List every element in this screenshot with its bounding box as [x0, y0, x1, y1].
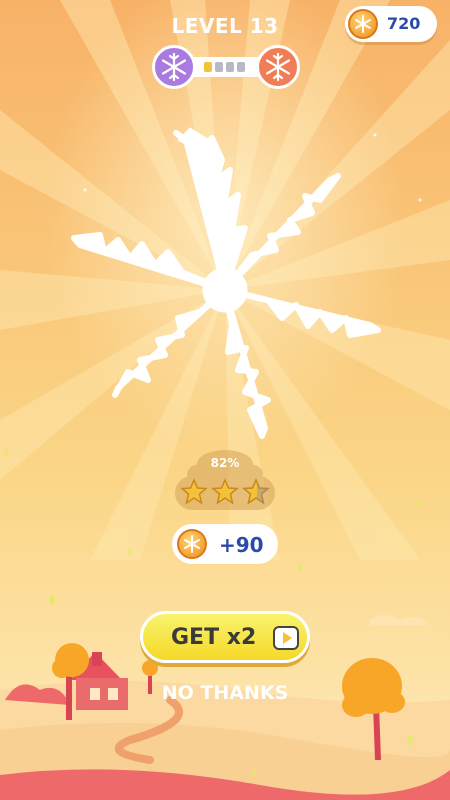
- autumn-landscape: [0, 133, 450, 800]
- play-icon: [273, 626, 299, 650]
- no-thanks-button[interactable]: NO THANKS: [0, 682, 450, 704]
- get-button-label: GET x2: [171, 625, 257, 650]
- get-double-reward-button[interactable]: GET x2: [140, 611, 310, 663]
- game-screen: LEVEL 13 720 82% +90 GET x2 NO THANKS: [0, 0, 450, 800]
